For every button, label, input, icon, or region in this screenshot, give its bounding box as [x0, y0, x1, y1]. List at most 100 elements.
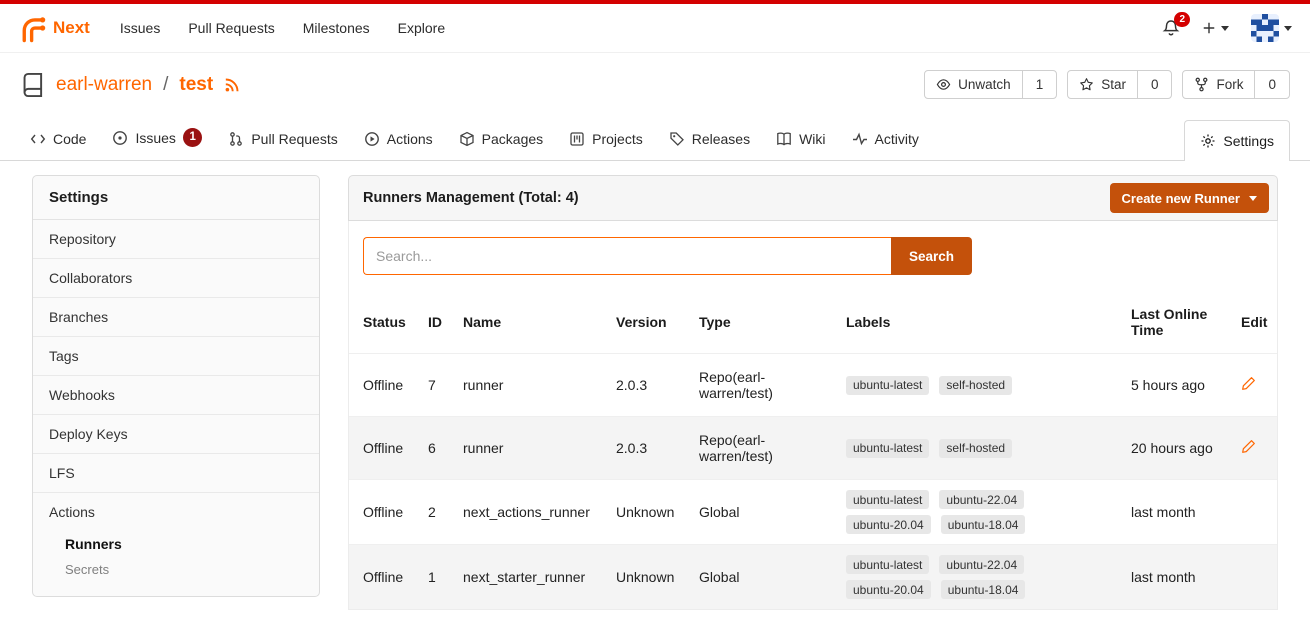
runner-version: 2.0.3 [602, 354, 685, 417]
runner-type: Repo(earl-warren/test) [685, 417, 832, 480]
runner-type: Global [685, 545, 832, 610]
tab-issues[interactable]: Issues1 [102, 115, 212, 160]
chevron-down-icon [1249, 196, 1257, 201]
repo-header: earl-warren / test Unwatch1Star0Fork0 [0, 53, 1310, 109]
tab-code[interactable]: Code [20, 118, 96, 160]
user-menu[interactable] [1251, 14, 1292, 42]
column-header-version: Version [602, 291, 685, 354]
runner-last-online-time: last month [1117, 480, 1227, 545]
runner-version: Unknown [602, 480, 685, 545]
page-title: Runners Management (Total: 4) [363, 190, 579, 206]
runner-type: Repo(earl-warren/test) [685, 354, 832, 417]
tab-label: Settings [1223, 133, 1274, 149]
tab-projects[interactable]: Projects [559, 118, 653, 160]
unwatch-count[interactable]: 1 [1022, 71, 1057, 98]
sidebar-item-webhooks[interactable]: Webhooks [33, 376, 319, 415]
sidebar-item-collaborators[interactable]: Collaborators [33, 259, 319, 298]
rss-feed-icon[interactable] [223, 76, 241, 94]
runner-id: 2 [414, 480, 449, 545]
sidebar-item-actions[interactable]: Actions [33, 493, 319, 531]
column-header-last-online-time: Last Online Time [1117, 291, 1227, 354]
fork-button-group: Fork0 [1182, 70, 1290, 99]
repo-separator: / [163, 74, 168, 96]
runner-labels: ubuntu-latestself-hosted [832, 354, 1117, 417]
star-icon [1079, 77, 1094, 92]
repo-owner-link[interactable]: earl-warren [56, 74, 152, 96]
code-icon [30, 131, 46, 147]
runner-labels: ubuntu-latestself-hosted [832, 417, 1117, 480]
create-runner-button[interactable]: Create new Runner [1110, 183, 1269, 213]
sidebar-item-deploy-keys[interactable]: Deploy Keys [33, 415, 319, 454]
sidebar-subitem-runners[interactable]: Runners [65, 531, 303, 557]
tab-actions[interactable]: Actions [354, 118, 443, 160]
chevron-down-icon [1221, 26, 1229, 31]
home-link[interactable]: Next [18, 13, 90, 43]
notifications-button[interactable]: 2 [1162, 19, 1180, 37]
tab-settings[interactable]: Settings [1184, 120, 1290, 161]
fork-count[interactable]: 0 [1254, 71, 1289, 98]
sidebar-item-tags[interactable]: Tags [33, 337, 319, 376]
runner-name: next_starter_runner [449, 545, 602, 610]
sidebar-actions-submenu: RunnersSecrets [33, 531, 319, 596]
labels-list: ubuntu-latestself-hosted [846, 376, 1109, 395]
runner-last-online-time: last month [1117, 545, 1227, 610]
pulse-icon [852, 131, 868, 147]
tab-wiki[interactable]: Wiki [766, 118, 835, 160]
column-header-edit: Edit [1227, 291, 1277, 354]
search-input[interactable] [363, 237, 891, 275]
runner-status: Offline [349, 417, 414, 480]
tab-pull-requests[interactable]: Pull Requests [218, 118, 347, 160]
runner-label-badge: ubuntu-22.04 [939, 490, 1024, 509]
search-bar: Search [349, 221, 1277, 291]
tab-releases[interactable]: Releases [659, 118, 760, 160]
nav-link-pull-requests[interactable]: Pull Requests [174, 10, 288, 46]
repo-title: earl-warren / test [20, 72, 241, 98]
table-header-row: StatusIDNameVersionTypeLabelsLast Online… [349, 291, 1277, 354]
runner-label-badge: ubuntu-latest [846, 490, 929, 509]
runner-label-badge: self-hosted [939, 439, 1012, 458]
nav-link-milestones[interactable]: Milestones [289, 10, 384, 46]
tab-label: Projects [592, 131, 643, 147]
sidebar-subitem-secrets[interactable]: Secrets [65, 557, 303, 582]
brand-name: Next [53, 18, 90, 38]
runner-version: Unknown [602, 545, 685, 610]
labels-list: ubuntu-latestubuntu-22.04ubuntu-20.04ubu… [846, 555, 1109, 599]
search-button[interactable]: Search [891, 237, 972, 275]
runners-table-body: Offline7runner2.0.3Repo(earl-warren/test… [349, 354, 1277, 610]
star-button[interactable]: Star [1068, 71, 1137, 98]
edit-runner-button[interactable] [1241, 376, 1256, 391]
runner-id: 1 [414, 545, 449, 610]
runner-label-badge: ubuntu-latest [846, 555, 929, 574]
runner-name: runner [449, 354, 602, 417]
tab-activity[interactable]: Activity [842, 118, 929, 160]
panel-header: Runners Management (Total: 4) Create new… [348, 175, 1278, 221]
tab-label: Pull Requests [251, 131, 337, 147]
sidebar-item-branches[interactable]: Branches [33, 298, 319, 337]
runner-labels: ubuntu-latestubuntu-22.04ubuntu-20.04ubu… [832, 545, 1117, 610]
issue-icon [112, 130, 128, 146]
nav-link-issues[interactable]: Issues [106, 10, 174, 46]
projects-icon [569, 131, 585, 147]
forgejo-logo-icon [18, 13, 48, 43]
navbar-right: 2 [1162, 14, 1292, 42]
column-header-type: Type [685, 291, 832, 354]
repo-icon [20, 72, 46, 98]
nav-link-explore[interactable]: Explore [384, 10, 459, 46]
runner-status: Offline [349, 354, 414, 417]
table-row: Offline1next_starter_runnerUnknownGlobal… [349, 545, 1277, 610]
runner-edit-cell [1227, 354, 1277, 417]
plus-icon [1202, 21, 1216, 35]
sidebar-item-repository[interactable]: Repository [33, 220, 319, 259]
unwatch-button[interactable]: Unwatch [925, 71, 1022, 98]
runner-last-online-time: 5 hours ago [1117, 354, 1227, 417]
runner-label-badge: ubuntu-18.04 [941, 515, 1026, 534]
create-new-menu[interactable] [1202, 21, 1229, 35]
tab-packages[interactable]: Packages [449, 118, 553, 160]
repo-name-link[interactable]: test [179, 74, 213, 96]
fork-button[interactable]: Fork [1183, 71, 1254, 98]
sidebar-item-lfs[interactable]: LFS [33, 454, 319, 493]
edit-runner-button[interactable] [1241, 439, 1256, 454]
runner-label-badge: ubuntu-20.04 [846, 515, 931, 534]
star-count[interactable]: 0 [1137, 71, 1172, 98]
tab-label: Packages [482, 131, 543, 147]
